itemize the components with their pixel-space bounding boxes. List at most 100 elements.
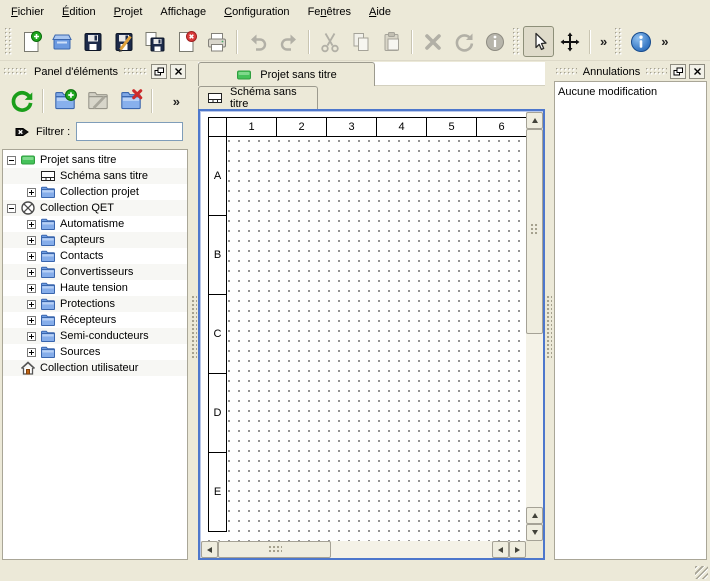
expand-toggle[interactable]: [7, 156, 16, 165]
undo-history-item[interactable]: Aucune modification: [558, 84, 703, 99]
menu-configuration[interactable]: Configuration: [215, 0, 298, 23]
schema-canvas[interactable]: 123456 ABCDE: [201, 112, 526, 541]
scroll-left-button[interactable]: [201, 541, 218, 558]
float-panel-button[interactable]: [670, 64, 686, 79]
element-properties-button[interactable]: [479, 26, 510, 57]
panel-drag-grip[interactable]: [646, 68, 667, 76]
row-header-b: B: [208, 215, 227, 295]
panel-drag-grip[interactable]: [556, 68, 577, 76]
tree-item-collection-projet[interactable]: Collection projet: [3, 184, 187, 200]
delete-category-button[interactable]: [114, 84, 147, 118]
tree-item-automatisme[interactable]: Automatisme: [3, 216, 187, 232]
pan-mode-button[interactable]: [554, 26, 585, 57]
save-all-button[interactable]: [139, 26, 170, 57]
clear-filter-icon[interactable]: [14, 124, 30, 140]
tree-item-contacts[interactable]: Contacts: [3, 248, 187, 264]
tree-item-convertisseurs[interactable]: Convertisseurs: [3, 264, 187, 280]
save-as-button[interactable]: [108, 26, 139, 57]
paste-button[interactable]: [376, 26, 407, 57]
cut-button[interactable]: [314, 26, 345, 57]
scroll-up-button[interactable]: [526, 112, 543, 129]
expand-toggle[interactable]: [27, 252, 36, 261]
elements-panel-header[interactable]: Panel d'éléments: [2, 62, 188, 81]
expand-toggle[interactable]: [27, 268, 36, 277]
tree-item-collection-utilisateur[interactable]: Collection utilisateur: [3, 360, 187, 376]
toolbar-overflow-chevron[interactable]: »: [595, 34, 612, 49]
float-panel-button[interactable]: [151, 64, 167, 79]
expand-toggle[interactable]: [27, 300, 36, 309]
tree-item-label: Collection projet: [60, 186, 139, 198]
toolbar-overflow-chevron[interactable]: »: [168, 94, 185, 109]
save-button[interactable]: [77, 26, 108, 57]
tree-item-sources[interactable]: Sources: [3, 344, 187, 360]
tree-item-recepteurs[interactable]: Récepteurs: [3, 312, 187, 328]
row-header-c: C: [208, 294, 227, 374]
tree-item-protections[interactable]: Protections: [3, 296, 187, 312]
scroll-right-button[interactable]: [509, 541, 526, 558]
expand-toggle[interactable]: [27, 332, 36, 341]
annulations-panel-header[interactable]: Annulations: [554, 62, 707, 81]
expand-toggle[interactable]: [27, 348, 36, 357]
horizontal-scroll-thumb[interactable]: [218, 541, 331, 558]
expand-toggle[interactable]: [27, 284, 36, 293]
left-splitter[interactable]: [190, 61, 198, 562]
scroll-left-button-right[interactable]: [492, 541, 509, 558]
close-file-button[interactable]: [170, 26, 201, 57]
diagram-info-button[interactable]: [625, 26, 656, 57]
tree-item-schema-sans-titre[interactable]: Schéma sans titre: [3, 168, 187, 184]
menu-fenetres[interactable]: Fenêtres: [299, 0, 360, 23]
vertical-scroll-thumb[interactable]: [526, 129, 543, 334]
folder-open-icon: [50, 30, 74, 54]
open-project-button[interactable]: [46, 26, 77, 57]
window-resize-grip[interactable]: [695, 566, 708, 579]
annulations-panel-title: Annulations: [580, 66, 644, 78]
toolbar-handle[interactable]: [615, 28, 622, 55]
menu-aide[interactable]: Aide: [360, 0, 400, 23]
expand-toggle[interactable]: [27, 220, 36, 229]
expand-toggle[interactable]: [27, 188, 36, 197]
menu-fichier[interactable]: Fichier: [2, 0, 53, 23]
delete-button[interactable]: [417, 26, 448, 57]
expand-toggle[interactable]: [7, 204, 16, 213]
toggle-placeholder: [27, 172, 36, 181]
menu-affichage[interactable]: Affichage: [151, 0, 215, 23]
panel-drag-grip[interactable]: [4, 68, 28, 76]
scroll-up-button-bottom[interactable]: [526, 507, 543, 524]
toolbar-handle[interactable]: [5, 28, 12, 55]
tree-item-projet-sans-titre[interactable]: Projet sans titre: [3, 152, 187, 168]
tree-item-label: Récepteurs: [60, 314, 116, 326]
new-project-button[interactable]: [15, 26, 46, 57]
select-mode-button[interactable]: [523, 26, 554, 57]
menu-projet[interactable]: Projet: [105, 0, 152, 23]
expand-toggle[interactable]: [27, 236, 36, 245]
expand-toggle[interactable]: [27, 316, 36, 325]
filter-input[interactable]: [76, 122, 183, 141]
horizontal-scrollbar[interactable]: [201, 541, 526, 558]
tree-item-capteurs[interactable]: Capteurs: [3, 232, 187, 248]
save-icon: [81, 30, 105, 54]
redo-button[interactable]: [273, 26, 304, 57]
copy-button[interactable]: [345, 26, 376, 57]
tree-item-haute-tension[interactable]: Haute tension: [3, 280, 187, 296]
undo-button[interactable]: [242, 26, 273, 57]
rotate-button[interactable]: [448, 26, 479, 57]
close-panel-button[interactable]: [170, 64, 186, 79]
edit-category-button[interactable]: [81, 84, 114, 118]
toolbar-handle[interactable]: [513, 28, 520, 55]
right-splitter[interactable]: [545, 61, 553, 562]
scroll-down-button[interactable]: [526, 524, 543, 541]
print-button[interactable]: [201, 26, 232, 57]
tree-item-collection-qet[interactable]: Collection QET: [3, 200, 187, 216]
new-category-button[interactable]: [48, 84, 81, 118]
tree-item-semi-conducteurs[interactable]: Semi-conducteurs: [3, 328, 187, 344]
close-panel-button[interactable]: [689, 64, 705, 79]
toolbar-overflow-chevron[interactable]: »: [656, 34, 673, 49]
tab-projet-sans-titre[interactable]: Projet sans titre: [198, 62, 375, 86]
vertical-scrollbar[interactable]: [526, 112, 543, 541]
tab-schema-sans-titre[interactable]: Schéma sans titre: [198, 86, 318, 109]
panel-drag-grip[interactable]: [124, 68, 148, 76]
menu-edition[interactable]: Édition: [53, 0, 105, 23]
reload-collections-button[interactable]: [5, 84, 38, 118]
float-icon: [673, 67, 684, 77]
qet-collection-icon: [20, 200, 36, 216]
